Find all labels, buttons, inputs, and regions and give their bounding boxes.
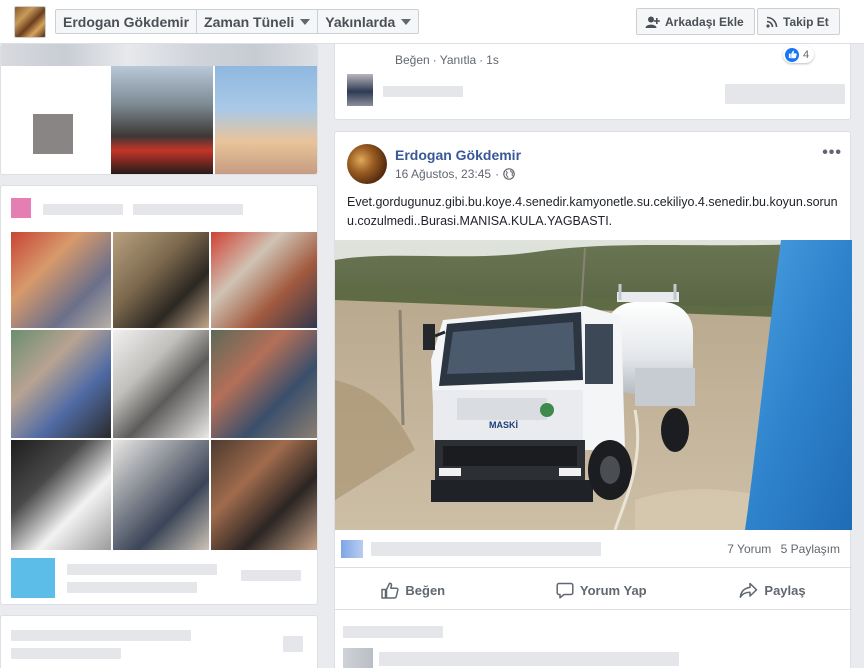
- blurred-photo: [11, 232, 111, 328]
- info-card: [0, 615, 318, 668]
- water-truck-photo: MASKİ 45 E 2702: [335, 240, 852, 530]
- profile-nav: Erdogan Gökdemir Zaman Tüneli Yakınlarda: [55, 9, 420, 34]
- add-friend-icon: [645, 16, 660, 28]
- commenter-avatar[interactable]: [347, 74, 373, 106]
- thumbs-up-icon: [381, 582, 400, 599]
- comments-count[interactable]: 7 Yorum: [727, 542, 771, 556]
- timeline-post: Erdogan Gökdemir 16 Ağustos, 23:45 · •••…: [334, 131, 852, 668]
- post-counts: 7 Yorum 5 Paylaşım: [721, 542, 840, 556]
- add-friend-button[interactable]: Arkadaşı Ekle: [636, 8, 755, 35]
- blurred-photo: [215, 66, 317, 174]
- truck-brand-text: MASKİ: [489, 420, 518, 430]
- comment-reply-link[interactable]: Yanıtla: [440, 53, 476, 67]
- blurred-photo: [113, 330, 209, 438]
- blurred-photo: [11, 330, 111, 438]
- chevron-down-icon: [401, 18, 412, 25]
- separator: ·: [495, 167, 500, 181]
- post-meta: 16 Ağustos, 23:45 ·: [395, 167, 515, 181]
- thumbs-up-icon: [785, 47, 799, 62]
- globe-icon[interactable]: [503, 168, 515, 180]
- nav-timeline-label: Zaman Tüneli: [204, 13, 295, 30]
- nav-profile-name-label: Erdogan Gökdemir: [63, 13, 190, 30]
- avatar[interactable]: [347, 144, 387, 184]
- nav-nearby-label: Yakınlarda: [325, 13, 396, 30]
- profile-thumbnail[interactable]: [14, 6, 46, 38]
- comment-button[interactable]: Yorum Yap: [556, 582, 647, 599]
- previous-comment: Beğen · Yanıtla · 1s 4: [334, 44, 851, 120]
- follow-button[interactable]: Takip Et: [757, 8, 840, 35]
- comment-label: Yorum Yap: [579, 583, 647, 598]
- blurred-photo: [111, 66, 213, 174]
- rss-icon: [766, 16, 778, 28]
- add-friend-label: Arkadaşı Ekle: [665, 14, 744, 29]
- like-button[interactable]: Beğen: [381, 582, 445, 599]
- separator: ·: [479, 53, 484, 67]
- blurred-photo: [211, 232, 317, 328]
- blurred-comment: [343, 626, 443, 638]
- reaction-count: 4: [803, 48, 810, 61]
- blurred-photo: [211, 330, 317, 438]
- comment-time[interactable]: 1s: [486, 53, 499, 67]
- share-icon: [739, 582, 758, 598]
- friends-photo-card: [0, 44, 318, 175]
- post-stats: 7 Yorum 5 Paylaşım: [335, 530, 852, 568]
- comment-actions: Beğen · Yanıtla · 1s: [395, 53, 499, 67]
- reaction-badge[interactable]: 4: [783, 46, 815, 63]
- blurred-photo: [211, 440, 317, 550]
- follow-label: Takip Et: [783, 14, 829, 29]
- post-photo[interactable]: MASKİ 45 E 2702: [335, 240, 852, 530]
- like-label: Beğen: [405, 583, 446, 598]
- share-label: Paylaş: [764, 583, 806, 598]
- share-button[interactable]: Paylaş: [739, 582, 806, 599]
- blurred-photo: [113, 440, 209, 550]
- blurred-photo: [11, 440, 111, 550]
- photos-card: [0, 185, 318, 605]
- nav-profile-name[interactable]: Erdogan Gökdemir: [56, 10, 198, 33]
- comment-icon: [556, 582, 574, 599]
- post-options-button[interactable]: •••: [822, 144, 842, 162]
- separator: ·: [432, 53, 437, 67]
- post-timestamp[interactable]: 16 Ağustos, 23:45: [395, 167, 491, 181]
- nav-nearby[interactable]: Yakınlarda: [318, 10, 418, 33]
- shares-count[interactable]: 5 Paylaşım: [781, 542, 840, 556]
- nav-timeline[interactable]: Zaman Tüneli: [197, 10, 319, 33]
- comment-like-link[interactable]: Beğen: [395, 53, 430, 67]
- blurred-photo: [113, 232, 209, 328]
- post-actions: Beğen Yorum Yap Paylaş: [335, 572, 852, 610]
- post-author[interactable]: Erdogan Gökdemir: [395, 147, 521, 163]
- post-text: Evet.gordugunuz.gibi.bu.koye.4.senedir.k…: [347, 195, 838, 228]
- profile-header-bar: Erdogan Gökdemir Zaman Tüneli Yakınlarda…: [0, 0, 864, 44]
- chevron-down-icon: [300, 18, 311, 25]
